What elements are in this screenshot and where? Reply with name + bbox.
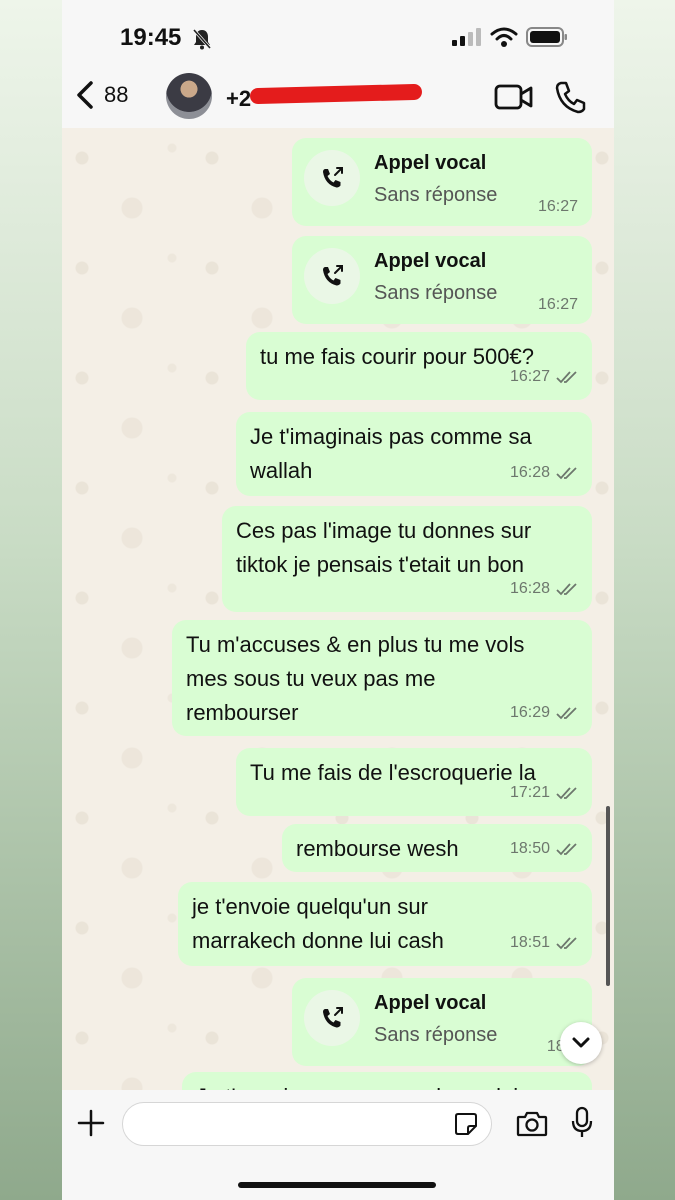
mic-icon[interactable] bbox=[570, 1106, 594, 1140]
call-status: Sans réponse bbox=[374, 184, 498, 206]
call-icon-circle bbox=[304, 248, 360, 304]
message-time: 18:50 bbox=[509, 840, 550, 857]
scroll-down-button[interactable] bbox=[560, 1022, 602, 1064]
message-bubble[interactable]: rembourse wesh 18:50 bbox=[282, 824, 592, 872]
double-check-icon bbox=[556, 467, 577, 480]
double-check-icon bbox=[556, 937, 577, 950]
outgoing-call-icon bbox=[323, 1007, 343, 1028]
call-title: Appel vocal bbox=[374, 152, 487, 174]
status-bar: 19:45 bbox=[62, 0, 614, 66]
chat-area[interactable]: Appel vocal Sans réponse 16:27 Appel voc… bbox=[62, 128, 614, 1090]
call-title: Appel vocal bbox=[374, 250, 487, 272]
message-meta: 16:27 bbox=[510, 360, 578, 394]
home-indicator bbox=[238, 1182, 436, 1188]
message-time: 16:28 bbox=[509, 580, 550, 597]
message-meta: 16:28 bbox=[510, 456, 578, 490]
message-bubble[interactable]: Ces pas l'image tu donnes sur tiktok je … bbox=[222, 506, 592, 612]
message-bubble[interactable]: Je t'imaginais pas comme sa wallah 16:28 bbox=[236, 412, 592, 496]
wifi-icon bbox=[490, 27, 518, 47]
outgoing-call-icon bbox=[323, 167, 343, 188]
message-meta: 16:29 bbox=[510, 696, 578, 730]
message-bubble[interactable]: Tu me fais de l'escroquerie la 17:21 bbox=[236, 748, 592, 816]
missed-call-bubble[interactable]: Appel vocal Sans réponse 18:5 bbox=[292, 978, 592, 1066]
double-check-icon bbox=[556, 843, 577, 856]
unread-count: 88 bbox=[104, 82, 129, 107]
message-meta: 17:21 bbox=[510, 776, 578, 810]
message-meta: 16:28 bbox=[510, 572, 578, 606]
redaction-mark bbox=[249, 83, 423, 105]
contact-name[interactable]: +2 bbox=[226, 86, 251, 112]
message-time: 16:28 bbox=[509, 464, 550, 481]
message-time: 17:21 bbox=[509, 784, 550, 801]
message-input[interactable] bbox=[122, 1102, 492, 1146]
double-check-icon bbox=[556, 787, 577, 800]
camera-icon[interactable] bbox=[516, 1110, 548, 1138]
message-bubble[interactable]: je t'envoie quelqu'un sur marrakech donn… bbox=[178, 882, 592, 966]
plus-icon[interactable] bbox=[76, 1108, 106, 1138]
double-check-icon bbox=[556, 707, 577, 720]
message-meta: 18:50 bbox=[510, 832, 578, 866]
status-time: 19:45 bbox=[120, 24, 182, 51]
call-status: Sans réponse bbox=[374, 282, 498, 304]
call-icon-circle bbox=[304, 990, 360, 1046]
signal-icon bbox=[452, 28, 481, 46]
scrollbar[interactable] bbox=[606, 806, 610, 986]
message-text: Je t'envoie son numero donne lui bbox=[196, 1080, 578, 1090]
message-bubble[interactable]: tu me fais courir pour 500€? 16:27 bbox=[246, 332, 592, 400]
video-icon[interactable] bbox=[494, 83, 534, 111]
back-button[interactable]: 88 bbox=[76, 80, 128, 110]
message-text: rembourse wesh bbox=[296, 836, 459, 861]
message-time: 18:51 bbox=[509, 934, 550, 951]
call-title: Appel vocal bbox=[374, 992, 487, 1014]
message-time: 16:27 bbox=[509, 368, 550, 385]
call-icon-circle bbox=[304, 150, 360, 206]
chevron-down-icon bbox=[572, 1037, 590, 1048]
call-status: Sans réponse bbox=[374, 1024, 498, 1046]
message-bubble[interactable]: Tu m'accuses & en plus tu me vols mes so… bbox=[172, 620, 592, 736]
missed-call-bubble[interactable]: Appel vocal Sans réponse 16:27 bbox=[292, 138, 592, 226]
bell-slash-icon bbox=[192, 29, 212, 50]
double-check-icon bbox=[556, 583, 577, 596]
message-bubble[interactable]: Je t'envoie son numero donne lui bbox=[182, 1072, 592, 1090]
message-time: 16:27 bbox=[537, 198, 578, 215]
battery-icon bbox=[526, 27, 567, 47]
chat-header: 88 +2 bbox=[62, 66, 614, 128]
avatar[interactable] bbox=[166, 73, 212, 119]
message-meta: 18:51 bbox=[510, 926, 578, 960]
double-check-icon bbox=[556, 371, 577, 384]
missed-call-bubble[interactable]: Appel vocal Sans réponse 16:27 bbox=[292, 236, 592, 324]
composer-bar bbox=[62, 1090, 614, 1200]
phone-screen: 19:45 88 +2 Appel vocal Sans réponse 16:… bbox=[62, 0, 614, 1200]
sticker-icon[interactable] bbox=[454, 1112, 478, 1136]
message-time: 16:29 bbox=[509, 704, 550, 721]
phone-icon[interactable] bbox=[554, 80, 586, 114]
chevron-left-icon bbox=[77, 81, 93, 109]
message-time: 16:27 bbox=[537, 296, 578, 313]
outgoing-call-icon bbox=[323, 265, 343, 286]
